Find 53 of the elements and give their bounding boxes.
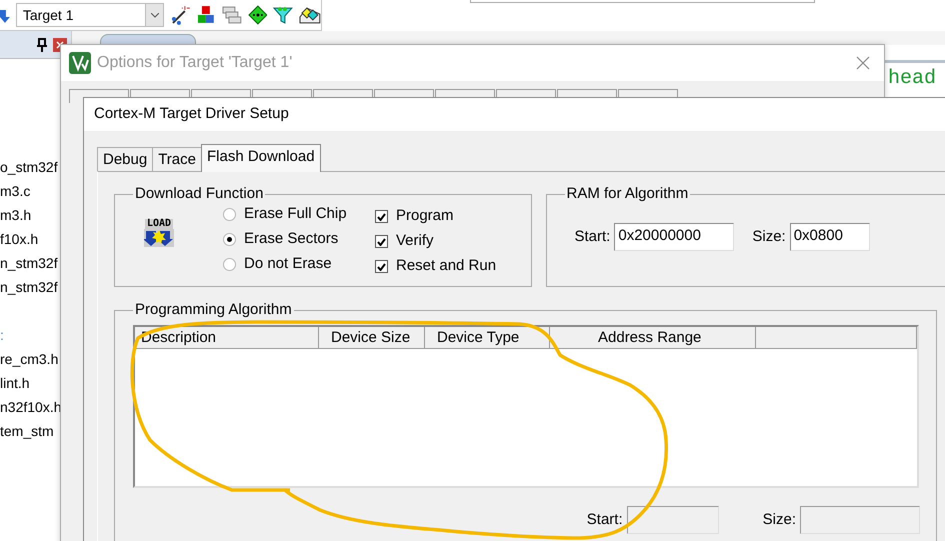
target-select[interactable]: Target 1 [16, 3, 164, 27]
radio-button[interactable]: Erase Full Chip [223, 202, 375, 227]
app-icon [69, 52, 91, 74]
size-field[interactable]: 0x0800 [790, 223, 870, 251]
magic-wand-icon[interactable] [170, 5, 190, 25]
checkmark-icon [377, 212, 386, 220]
diamond-icon[interactable] [248, 5, 268, 25]
start-field[interactable]: 0x20000000 [614, 223, 734, 251]
field-label: Size: [762, 510, 796, 530]
field-label: Start: [574, 226, 610, 247]
field-label: Start: [586, 510, 623, 530]
file-name[interactable]: tem_stm [0, 423, 54, 439]
tab[interactable]: Debug [97, 147, 154, 171]
start-field[interactable] [626, 506, 719, 534]
checkmark-icon [377, 238, 386, 246]
file-name[interactable]: n_stm32f [0, 255, 58, 271]
file-name[interactable]: n32f10x.h [0, 399, 62, 415]
field-label: Size: [752, 226, 786, 247]
radio-button[interactable]: Erase Sectors [223, 227, 375, 252]
checkmark-icon [377, 262, 386, 270]
diamonds-icon[interactable] [299, 5, 321, 25]
file-name[interactable]: o_stm32f [0, 159, 58, 175]
file-name[interactable]: n_stm32f [0, 279, 58, 295]
file-name[interactable]: lint.h [0, 375, 30, 391]
file-name[interactable]: re_cm3.h [0, 351, 58, 367]
pin-icon[interactable] [37, 38, 47, 52]
code-text: head [888, 66, 936, 92]
file-name[interactable]: m3.h [0, 207, 32, 223]
file-name[interactable]: m3.c [0, 183, 30, 199]
download-icon [144, 229, 174, 247]
tab[interactable]: Flash Download [201, 144, 321, 172]
column-header[interactable]: Address Range [550, 327, 756, 349]
checkbox[interactable]: Reset and Run [375, 254, 496, 279]
group-title: Programming Algorithm [134, 301, 293, 319]
column-header[interactable] [756, 327, 917, 349]
column-header[interactable]: Device Type [425, 327, 550, 349]
checkbox[interactable]: Program [375, 204, 496, 229]
funnel-icon[interactable] [273, 5, 294, 25]
caret-icon [150, 12, 159, 18]
file-name[interactable]: f10x.h [0, 231, 38, 247]
group-title: RAM for Algorithm [566, 185, 690, 203]
checkbox[interactable]: Verify [375, 229, 496, 254]
icon-label: LOAD [144, 219, 174, 229]
size-field[interactable] [800, 506, 920, 534]
dialog-title: Options for Target 'Target 1' [97, 53, 292, 73]
column-header[interactable]: Description [135, 327, 319, 349]
radio-button[interactable]: Do not Erase [223, 252, 375, 277]
column-header[interactable]: Device Size [319, 327, 425, 349]
blocks-icon[interactable] [196, 5, 216, 25]
close-icon[interactable] [856, 56, 870, 70]
dialog-title: Cortex-M Target Driver Setup [84, 98, 945, 131]
group-title: Download Function [134, 185, 264, 203]
windows-icon[interactable] [222, 5, 242, 25]
